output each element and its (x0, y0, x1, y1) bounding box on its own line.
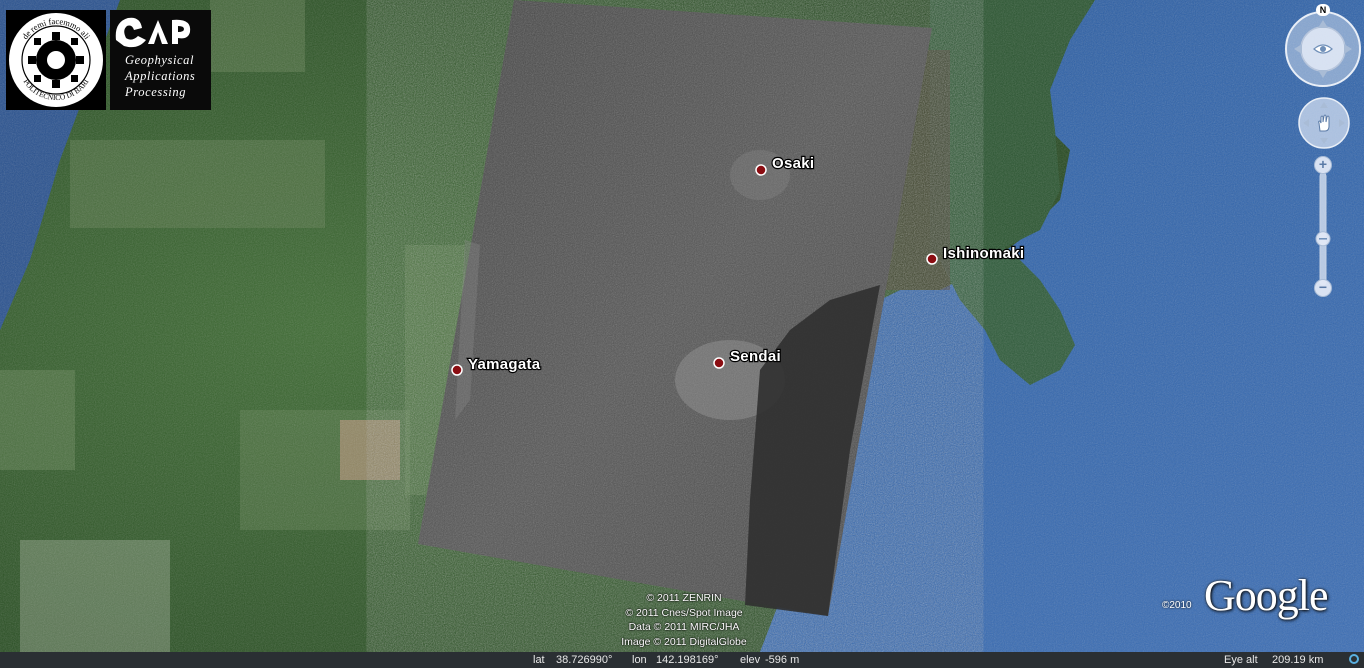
move-control[interactable] (1298, 97, 1350, 149)
politecnico-logo: de remi facemmo ali POLITECNICO DI BARI (6, 10, 106, 110)
gap-logo: Geophysical Applications Processing (110, 10, 211, 110)
elev-value: -596 m (765, 654, 800, 666)
lon-label: lon (632, 654, 647, 666)
lat-label: lat (533, 654, 545, 666)
zoom-slider[interactable]: + − (1312, 155, 1334, 300)
attribution-line-4: Image © 2011 DigitalGlobe (621, 636, 747, 648)
place-label: Osaki (772, 155, 814, 172)
eye-alt-label: Eye alt (1224, 654, 1258, 666)
place-label: Yamagata (468, 356, 541, 373)
attribution-line-2: © 2011 Cnes/Spot Image (625, 607, 743, 619)
status-bar: lat 38.726990° lon 142.198169° elev -596… (0, 652, 1364, 668)
attribution-line-3: Data © 2011 MIRC/JHA (628, 621, 740, 633)
place-label: Sendai (730, 348, 781, 365)
plus-icon[interactable]: + (1314, 156, 1332, 174)
elev-label: elev (740, 654, 761, 666)
place-label: Ishinomaki (943, 245, 1024, 262)
eye-icon[interactable] (1313, 42, 1333, 56)
lon-value: 142.198169° (656, 654, 719, 666)
attribution-line-1: © 2011 ZENRIN (646, 592, 722, 604)
gap-mark-icon (115, 17, 191, 48)
google-copyright: ©2010 (1162, 600, 1192, 611)
hand-icon[interactable] (1316, 114, 1332, 132)
streaming-circle-icon (1349, 654, 1359, 664)
eye-alt-value: 209.19 km (1272, 654, 1324, 666)
north-label[interactable]: N (1316, 4, 1330, 16)
gap-line-1: Geophysical (125, 53, 195, 67)
gap-line-2: Applications (125, 69, 196, 83)
google-logo: Google (1204, 571, 1329, 620)
minus-icon[interactable]: − (1314, 279, 1332, 297)
politecnico-seal-icon: de remi facemmo ali POLITECNICO DI BARI (9, 13, 103, 107)
lat-value: 38.726990° (556, 654, 613, 666)
navigation-ring[interactable]: N (1284, 4, 1362, 88)
gap-line-3: Processing (125, 85, 187, 99)
